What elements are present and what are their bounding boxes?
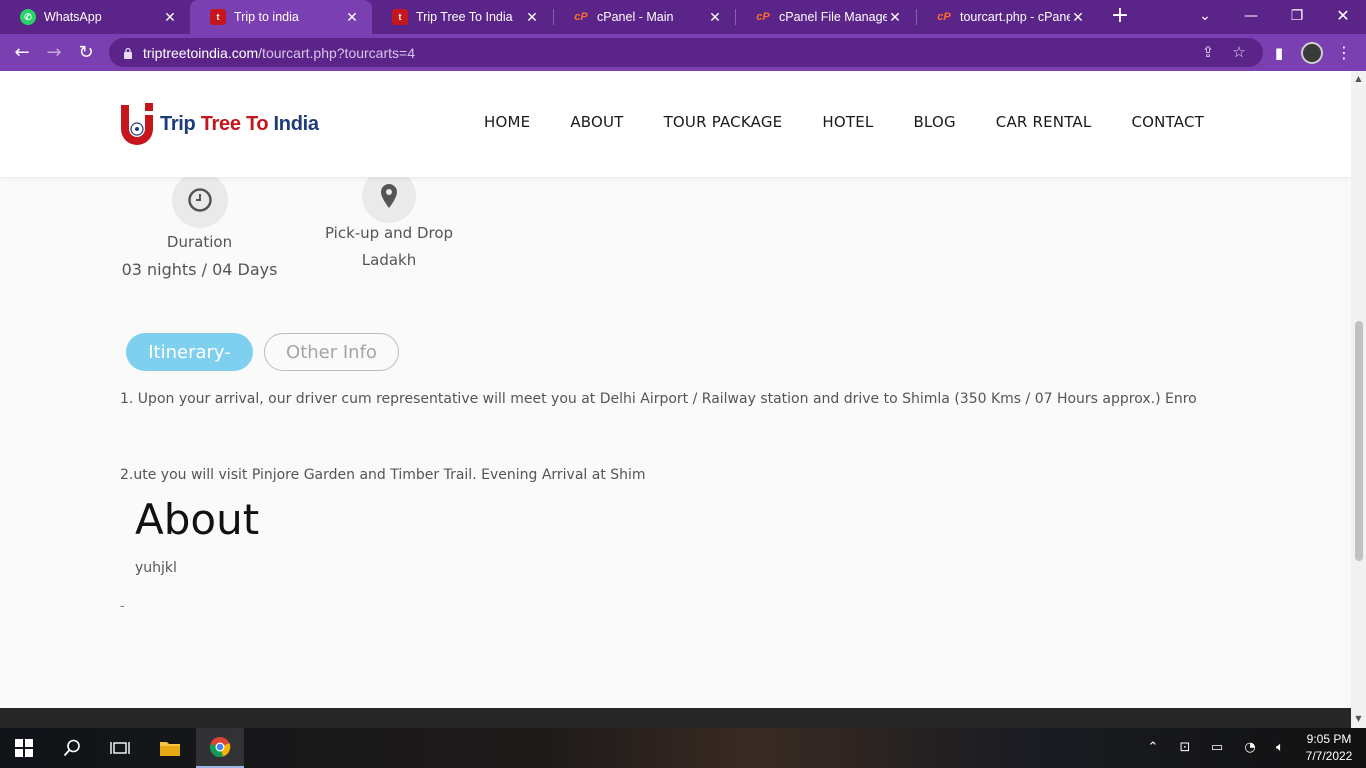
- nav-contact[interactable]: CONTACT: [1131, 113, 1204, 131]
- reload-button[interactable]: ↻: [73, 40, 99, 66]
- lock-icon[interactable]: [123, 47, 133, 59]
- tab-title: cPanel - Main: [597, 10, 674, 24]
- tab-title: cPanel File Manager v: [779, 10, 887, 24]
- nav-about[interactable]: ABOUT: [570, 113, 623, 131]
- wifi-icon[interactable]: ◔: [1240, 738, 1260, 758]
- clock-date: 7/7/2022: [1305, 749, 1353, 763]
- clock-icon: [171, 172, 228, 228]
- nav-home[interactable]: HOME: [484, 113, 530, 131]
- nav-car-rental[interactable]: CAR RENTAL: [996, 113, 1092, 131]
- url-text: triptreetoindia.com/tourcart.php?tourcar…: [143, 45, 415, 61]
- feature-label: Duration: [166, 233, 233, 251]
- feature-label: Pick-up and Drop: [324, 224, 454, 242]
- side-panel-button[interactable]: ▮: [1266, 40, 1292, 66]
- volume-icon[interactable]: 🔈︎: [1270, 738, 1290, 758]
- scrollbar-thumb[interactable]: [1355, 321, 1363, 561]
- nav-hotel[interactable]: HOTEL: [822, 113, 873, 131]
- about-text: yuhjkl: [135, 560, 177, 576]
- separator-dash: -: [120, 599, 125, 614]
- site-header: Trip Tree To India HOME ABOUT TOUR PACKA…: [0, 71, 1351, 177]
- map-pin-icon: [362, 169, 416, 223]
- tab-trip-to-india[interactable]: t Trip to india ✕: [190, 0, 372, 34]
- whatsapp-icon: ✆: [20, 9, 36, 25]
- url-domain: triptreetoindia.com: [143, 44, 259, 61]
- site-footer: [0, 708, 1351, 728]
- chevron-up-icon[interactable]: ⌃: [1143, 738, 1163, 758]
- search-icon[interactable]: [48, 728, 96, 768]
- bookmark-star-icon[interactable]: ☆: [1230, 43, 1248, 61]
- battery-icon[interactable]: ▭: [1207, 738, 1227, 758]
- restore-button[interactable]: ❐: [1274, 0, 1320, 34]
- site-logo[interactable]: Trip Tree To India: [119, 100, 319, 148]
- tab-whatsapp[interactable]: ✆ WhatsApp ✕: [0, 0, 190, 34]
- logo-mark-icon: [121, 103, 153, 145]
- clock-time: 9:05 PM: [1306, 732, 1352, 746]
- browser-toolbar: ← → ↻ triptreetoindia.com/tourcart.php?t…: [0, 34, 1366, 71]
- tab-cpanel-main[interactable]: cP cPanel - Main ✕: [553, 0, 735, 34]
- close-icon[interactable]: ✕: [524, 9, 540, 26]
- forward-button[interactable]: →: [41, 40, 67, 66]
- page-scrollbar[interactable]: ▲ ▼: [1351, 71, 1366, 728]
- back-button[interactable]: ←: [9, 40, 35, 66]
- cpanel-icon: cP: [756, 11, 770, 23]
- tab-other-info[interactable]: Other Info: [264, 333, 399, 371]
- tab-title: Trip Tree To India: [416, 10, 513, 24]
- itinerary-day-2: 2.ute you will visit Pinjore Garden and …: [120, 467, 646, 483]
- tab-title: tourcart.php - cPanel F: [960, 10, 1070, 24]
- meet-now-icon[interactable]: ⊡: [1175, 738, 1195, 758]
- close-window-button[interactable]: ✕: [1320, 0, 1366, 34]
- tab-itinerary[interactable]: Itinerary-: [126, 333, 253, 371]
- tab-title: Trip to india: [234, 10, 299, 24]
- cpanel-icon: cP: [574, 11, 588, 23]
- menu-kebab-icon[interactable]: ⋮: [1331, 40, 1357, 66]
- chrome-icon[interactable]: [196, 728, 244, 768]
- main-nav: HOME ABOUT TOUR PACKAGE HOTEL BLOG CAR R…: [484, 113, 1244, 131]
- web-page: Trip Tree To India HOME ABOUT TOUR PACKA…: [0, 71, 1351, 708]
- cpanel-icon: cP: [937, 11, 951, 23]
- file-explorer-icon[interactable]: [146, 728, 194, 768]
- close-icon[interactable]: ✕: [707, 9, 723, 26]
- site-logo-icon: t: [210, 9, 226, 25]
- address-bar[interactable]: triptreetoindia.com/tourcart.php?tourcar…: [109, 38, 1263, 67]
- share-icon[interactable]: ⇪: [1199, 43, 1217, 61]
- system-clock[interactable]: 9:05 PM 7/7/2022: [1300, 731, 1358, 765]
- site-logo-icon: t: [392, 9, 408, 25]
- windows-taskbar: ⌃ ⊡ ▭ ◔ 🔈︎ 9:05 PM 7/7/2022: [0, 728, 1366, 768]
- tab-title: WhatsApp: [44, 10, 102, 24]
- about-heading: About: [135, 495, 260, 544]
- close-icon[interactable]: ✕: [344, 9, 360, 26]
- itinerary-day-1: 1. Upon your arrival, our driver cum rep…: [120, 391, 1197, 407]
- tab-tourcart-cpanel[interactable]: cP tourcart.php - cPanel F ✕: [916, 0, 1098, 34]
- tab-trip-tree-to-india[interactable]: t Trip Tree To India ✕: [372, 0, 552, 34]
- feature-value: 03 nights / 04 Days: [121, 260, 278, 279]
- nav-blog[interactable]: BLOG: [913, 113, 955, 131]
- scroll-down-arrow-icon[interactable]: ▼: [1351, 713, 1366, 725]
- close-icon[interactable]: ✕: [162, 9, 178, 26]
- windows-logo-icon: [15, 739, 33, 757]
- new-tab-button[interactable]: +: [1108, 4, 1132, 30]
- browser-tab-strip: ✆ WhatsApp ✕ t Trip to india ✕ t Trip Tr…: [0, 0, 1366, 34]
- url-path: /tourcart.php?tourcarts=4: [258, 44, 415, 61]
- profile-avatar[interactable]: [1299, 40, 1325, 66]
- feature-pickup: Pick-up and Drop Ladakh: [313, 169, 465, 274]
- close-icon[interactable]: ✕: [887, 9, 903, 26]
- logo-text: Trip Tree To India: [160, 112, 319, 135]
- tab-cpanel-file-manager[interactable]: cP cPanel File Manager v ✕: [735, 0, 915, 34]
- close-icon[interactable]: ✕: [1070, 9, 1086, 26]
- tab-search-button[interactable]: ⌄: [1182, 0, 1228, 34]
- scroll-up-arrow-icon[interactable]: ▲: [1351, 73, 1366, 85]
- feature-value: Ladakh: [361, 251, 417, 269]
- nav-tour-package[interactable]: TOUR PACKAGE: [664, 113, 783, 131]
- minimize-button[interactable]: —: [1228, 0, 1274, 34]
- start-button[interactable]: [0, 728, 48, 768]
- feature-duration: Duration 03 nights / 04 Days: [114, 172, 285, 283]
- task-view-icon[interactable]: [96, 728, 144, 768]
